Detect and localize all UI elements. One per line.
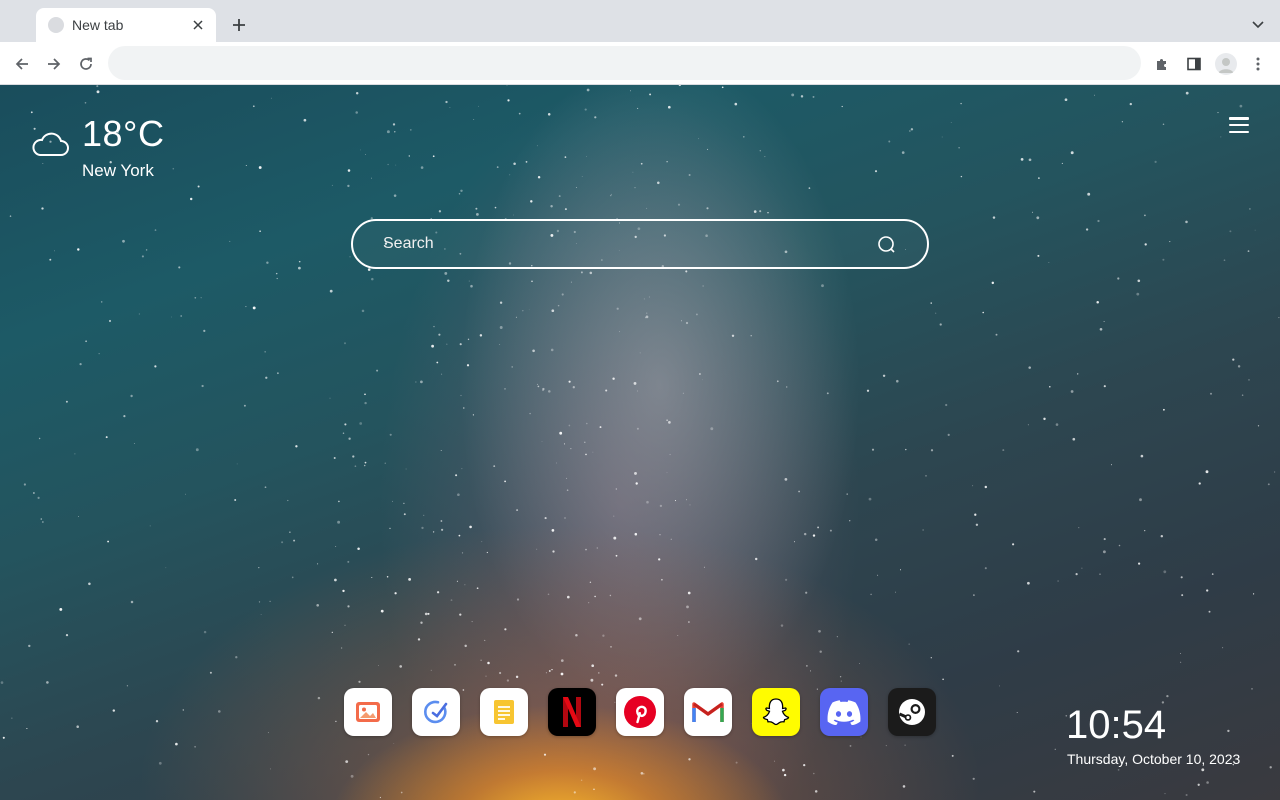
- todo-icon: [424, 700, 448, 724]
- steam-app-button[interactable]: [888, 688, 936, 736]
- forward-button[interactable]: [40, 50, 68, 78]
- pinterest-app-button[interactable]: [616, 688, 664, 736]
- netflix-app-button[interactable]: [548, 688, 596, 736]
- close-icon: [193, 20, 203, 30]
- hamburger-icon-line: [1229, 123, 1249, 127]
- back-button[interactable]: [8, 50, 36, 78]
- photos-app-button[interactable]: [344, 688, 392, 736]
- person-icon: [1218, 58, 1234, 73]
- todo-app-button[interactable]: [412, 688, 460, 736]
- side-panel-button[interactable]: [1180, 50, 1208, 78]
- plus-icon: [233, 19, 245, 31]
- discord-app-button[interactable]: [820, 688, 868, 736]
- new-tab-button[interactable]: [227, 13, 251, 37]
- steam-icon: [898, 699, 925, 725]
- reload-icon: [80, 57, 92, 70]
- tab-new-tab[interactable]: New tab: [36, 8, 216, 42]
- arrow-right-icon: [48, 58, 61, 70]
- clock-time: 10:54: [1066, 703, 1167, 747]
- browser-toolbar: [0, 42, 1280, 85]
- app-shortcuts-dock: [344, 688, 936, 736]
- clock-date: Thursday, October 10, 2023: [1067, 751, 1241, 767]
- temperature: 18°C: [82, 113, 165, 154]
- tab-favicon-icon: [48, 17, 64, 33]
- search-input[interactable]: [383, 221, 863, 267]
- avatar: [1215, 53, 1237, 75]
- cloud-icon: [32, 132, 69, 156]
- tab-close-button[interactable]: [190, 17, 206, 33]
- new-tab-page: 18°C New York Search 10:54 Thursday, Oct…: [0, 85, 1280, 800]
- tab-search-button[interactable]: [1246, 13, 1270, 37]
- hamburger-icon-line: [1229, 117, 1249, 120]
- photos-icon: [356, 702, 380, 722]
- notes-app-button[interactable]: [480, 688, 528, 736]
- snapchat-icon: [762, 698, 790, 726]
- gmail-icon: [692, 702, 724, 722]
- search-bar: [351, 219, 929, 269]
- kebab-menu-icon: [1256, 57, 1260, 71]
- search-icon[interactable]: [877, 235, 897, 255]
- chevron-down-icon: [1252, 21, 1264, 29]
- page-menu-button[interactable]: [1226, 113, 1252, 137]
- reload-button[interactable]: [72, 50, 100, 78]
- tab-title: New tab: [72, 17, 124, 33]
- pinterest-icon: [624, 696, 656, 728]
- puzzle-icon: [1157, 58, 1166, 70]
- profile-button[interactable]: [1212, 50, 1240, 78]
- extensions-button[interactable]: [1148, 50, 1176, 78]
- weather-city: New York: [82, 161, 154, 180]
- arrow-left-icon: [15, 58, 28, 70]
- snapchat-app-button[interactable]: [752, 688, 800, 736]
- side-panel-icon: [1187, 57, 1201, 71]
- netflix-icon: [563, 697, 581, 727]
- browser-menu-button[interactable]: [1244, 50, 1272, 78]
- gmail-app-button[interactable]: [684, 688, 732, 736]
- hamburger-icon-line: [1229, 130, 1249, 133]
- discord-icon: [827, 700, 861, 725]
- notes-icon: [494, 700, 514, 724]
- tab-strip: New tab: [0, 0, 1280, 42]
- address-bar-input[interactable]: [108, 46, 1141, 80]
